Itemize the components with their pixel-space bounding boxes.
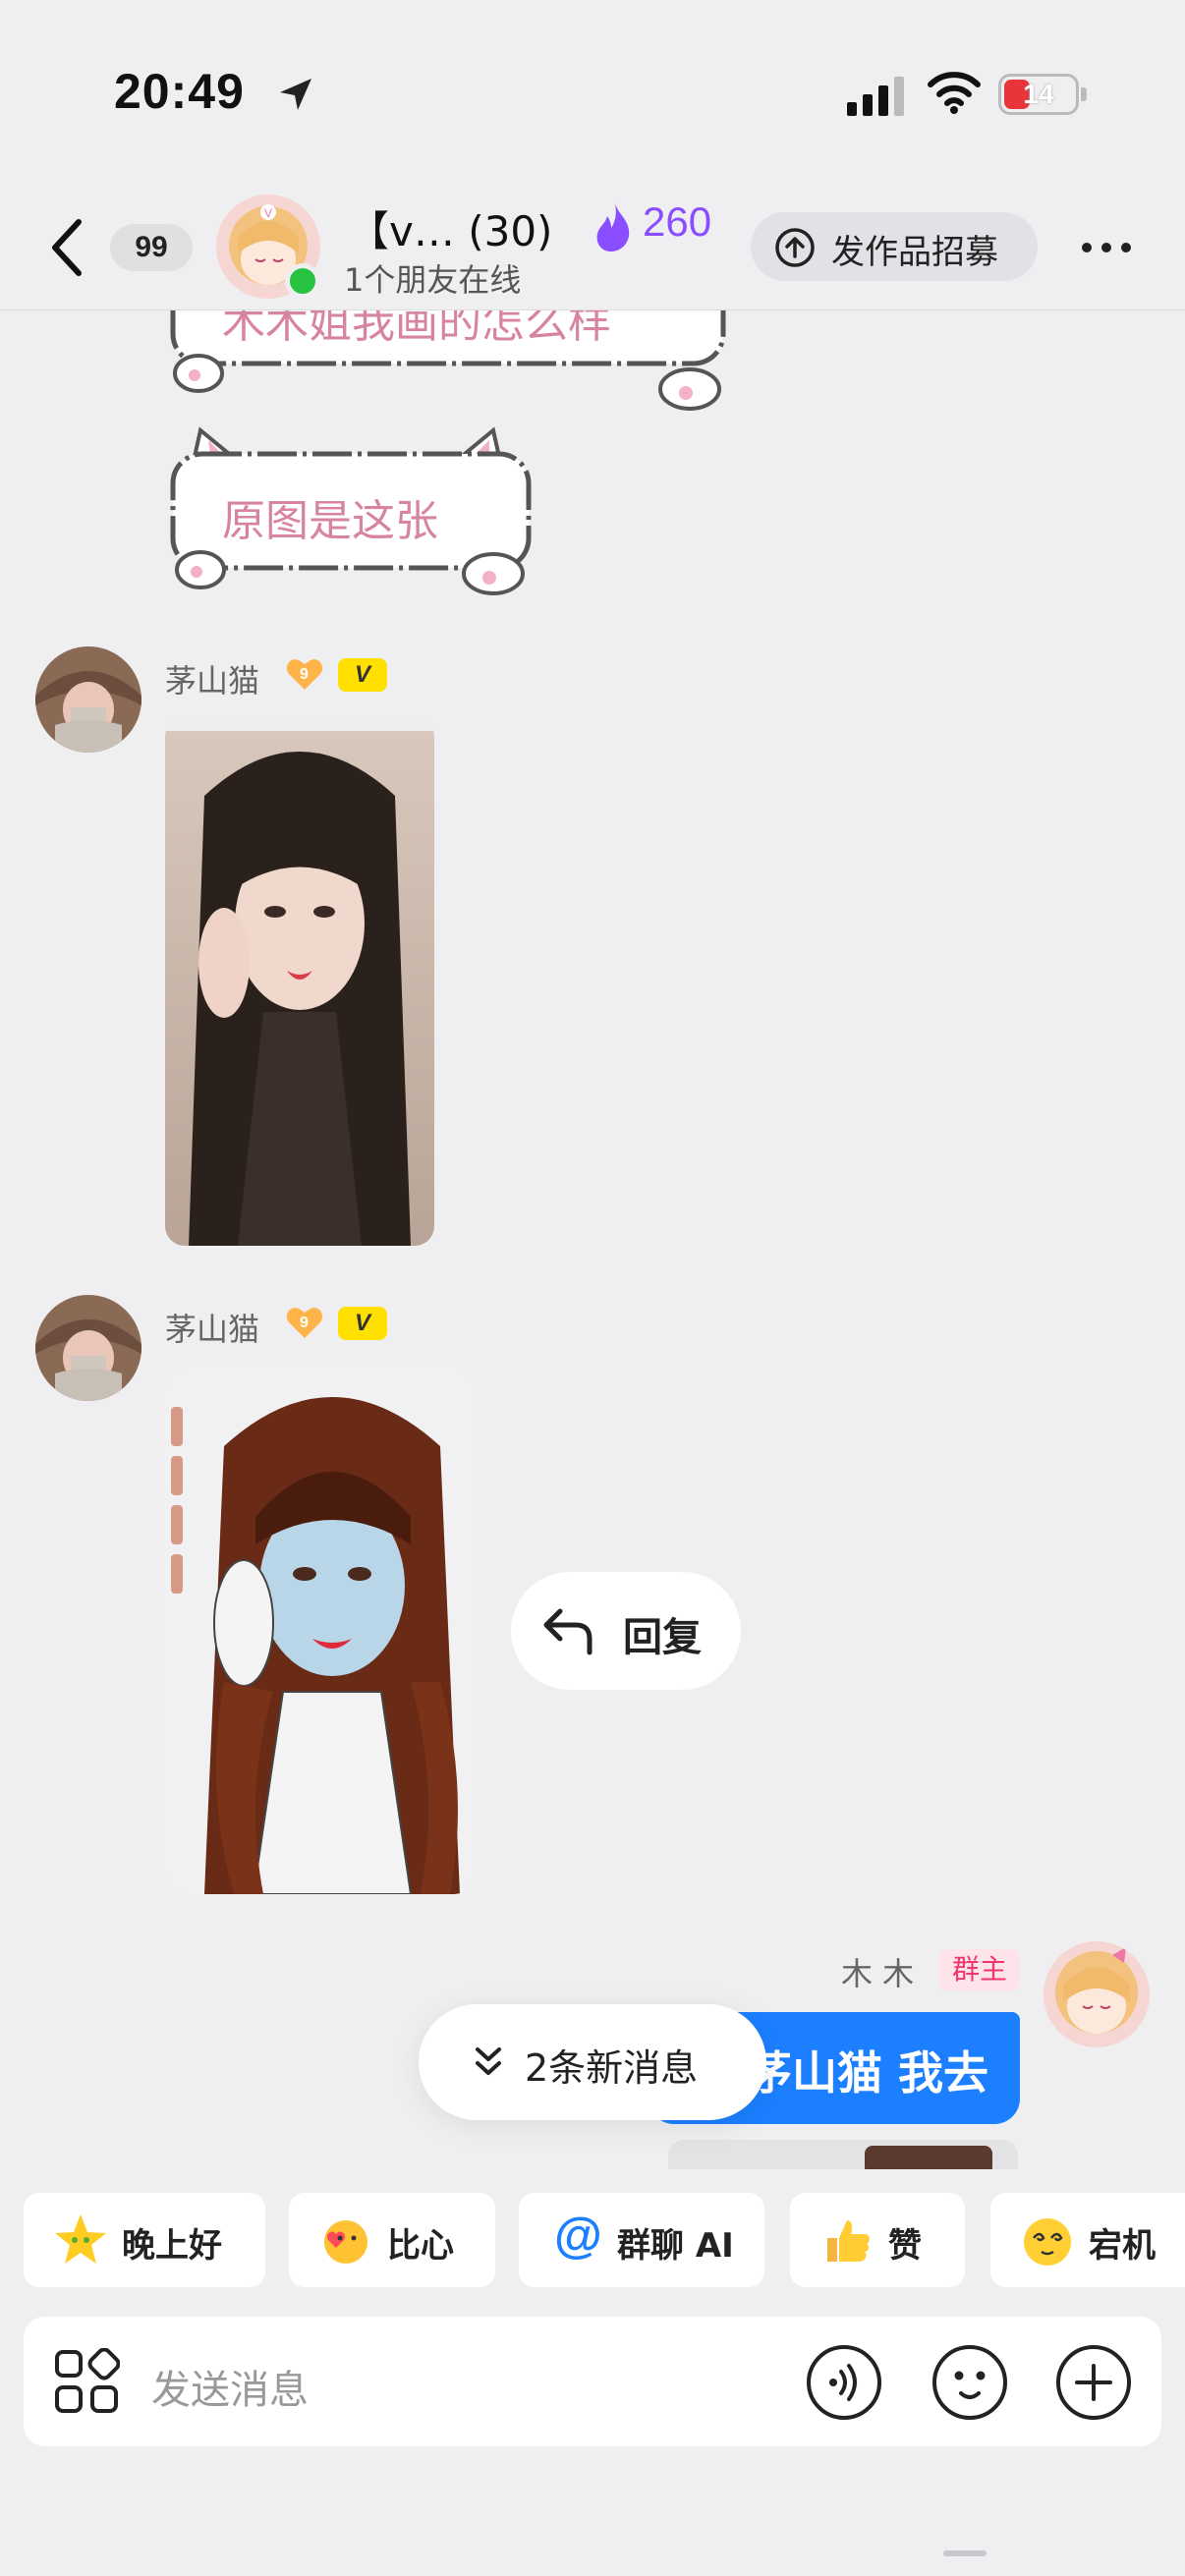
quick-reply-chip[interactable]: 比心: [289, 2193, 495, 2287]
reply-button[interactable]: 回复: [511, 1572, 741, 1690]
online-friends-text: 1个朋友在线: [344, 261, 522, 299]
voice-icon[interactable]: [806, 2344, 882, 2421]
cellular-signal-icon: [847, 77, 904, 116]
at-icon: @: [554, 2208, 602, 2263]
dizzy-face-icon: [1024, 2218, 1071, 2266]
message-input[interactable]: 发送消息: [151, 2358, 309, 2415]
battery-percent: 14: [1023, 79, 1054, 109]
reply-label: 回复: [623, 1615, 702, 1660]
level-number: 9: [300, 666, 309, 683]
thumbs-up-icon: [827, 2220, 870, 2262]
partial-image-message[interactable]: [668, 2140, 1018, 2169]
sender-avatar[interactable]: [35, 1295, 141, 1401]
apps-grid-icon[interactable]: [53, 2348, 120, 2415]
quick-reply-chip[interactable]: 晚上好: [24, 2193, 265, 2287]
quick-reply-label: 比心: [387, 2226, 454, 2266]
level-heart-badge-icon: 9: [286, 1308, 323, 1338]
double-chevron-down-icon: [476, 2047, 501, 2075]
new-messages-label: 2条新消息: [525, 2046, 699, 2090]
level-heart-badge-icon: 9: [286, 659, 323, 690]
sender-name: 茅山猫: [165, 662, 260, 700]
sender-avatar[interactable]: [35, 646, 141, 753]
upload-arrow-icon: [775, 228, 815, 267]
message-input-bar: 发送消息: [24, 2317, 1161, 2446]
quick-reply-chip[interactable]: 宕机: [990, 2193, 1185, 2287]
status-bar: 20:49 14: [0, 0, 1185, 177]
quick-reply-chip[interactable]: @ 群聊 AI: [519, 2193, 764, 2287]
unread-count-badge[interactable]: 99: [110, 224, 193, 271]
svg-text:V: V: [264, 206, 272, 220]
more-options-icon[interactable]: [1079, 230, 1134, 265]
location-arrow-icon: [280, 79, 311, 110]
quick-reply-label: 赞: [888, 2226, 922, 2266]
heart-hands-icon: [324, 2220, 367, 2264]
battery-cap: [1081, 87, 1087, 101]
group-title[interactable]: 【v… (30): [348, 198, 552, 258]
star-face-icon: [55, 2214, 106, 2264]
wifi-icon: [928, 72, 981, 114]
quick-reply-label: 晚上好: [122, 2226, 222, 2266]
post-work-recruit-button[interactable]: 发作品招募: [751, 212, 1038, 281]
image-message[interactable]: [165, 1368, 474, 1894]
home-indicator: [943, 2550, 987, 2556]
group-owner-badge: 群主: [939, 1949, 1020, 1990]
reply-arrow-icon: [543, 1608, 592, 1655]
image-message[interactable]: [165, 717, 434, 1246]
emoji-icon[interactable]: [931, 2344, 1008, 2421]
flame-count: 260: [643, 198, 712, 245]
new-messages-button[interactable]: 2条新消息: [419, 2004, 766, 2120]
sender-name: 木 木: [841, 1955, 915, 1992]
back-chevron-icon[interactable]: [45, 216, 88, 279]
quick-reply-label: 群聊 AI: [617, 2226, 734, 2266]
flame-icon: [596, 202, 630, 252]
message-text: 茅山猫 我去: [747, 2046, 989, 2100]
vip-badge: V: [338, 1307, 387, 1340]
battery-icon: 14: [998, 74, 1079, 115]
owner-avatar[interactable]: [1044, 1941, 1150, 2047]
cat-text-sticker[interactable]: 原图是这张: [165, 424, 536, 599]
quick-reply-label: 宕机: [1089, 2226, 1156, 2266]
quick-reply-chip[interactable]: 赞: [790, 2193, 965, 2287]
plus-icon[interactable]: [1055, 2344, 1132, 2421]
vip-badge: V: [338, 658, 387, 692]
quick-reply-bar: 晚上好 比心 @ 群聊 AI 赞 宕机: [0, 2173, 1185, 2317]
online-status-dot: [285, 263, 320, 299]
status-time: 20:49: [114, 64, 245, 119]
chat-header: 99 V 【v… (30) 260 1个朋友在线 发作品招募: [0, 187, 1185, 310]
post-work-recruit-label: 发作品招募: [831, 233, 998, 272]
sender-name: 茅山猫: [165, 1311, 260, 1348]
level-number: 9: [300, 1315, 309, 1331]
sticker-text: 原图是这张: [222, 496, 438, 546]
